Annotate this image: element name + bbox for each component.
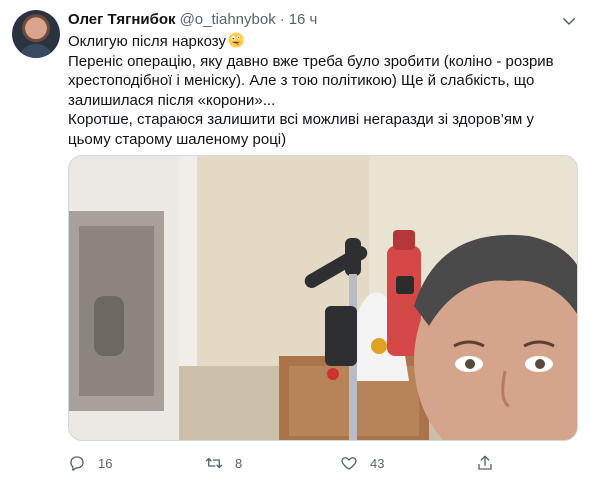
author-name[interactable]: Олег Тягнибок xyxy=(68,10,176,30)
separator-dot: · xyxy=(279,11,285,28)
retweet-icon xyxy=(205,457,223,469)
tweet-text-paragraph-3: Коротше, стараюся залишити всі можливі н… xyxy=(68,111,534,148)
reply-count: 16 xyxy=(98,455,113,471)
tweet-text-first: Оклигую після наркозу xyxy=(68,33,226,50)
tweet[interactable]: Олег Тягнибок @o_tiahnybok · 16 ч Оклигу… xyxy=(0,0,590,487)
tweet-text: Оклигую після наркозу Переніс операцію, … xyxy=(68,32,580,149)
heart-icon xyxy=(341,457,357,470)
author-handle[interactable]: @o_tiahnybok xyxy=(180,10,276,30)
tweet-text-line1: Оклигую після наркозу xyxy=(68,32,580,52)
share-icon xyxy=(478,455,492,470)
chevron-down-icon[interactable] xyxy=(560,12,578,30)
tweet-actions: 16 8 43 xyxy=(68,452,508,474)
photo-selfie-with-crutch xyxy=(69,156,577,440)
tweet-text-paragraph-2: Переніс операцію, яку давно вже треба бу… xyxy=(68,52,554,109)
reply-icon xyxy=(70,456,84,471)
retweet-count: 8 xyxy=(235,455,243,471)
tweet-header: Олег Тягнибок @o_tiahnybok · 16 ч xyxy=(68,10,580,30)
reply-button[interactable]: 16 xyxy=(68,452,112,474)
like-count: 43 xyxy=(370,455,385,471)
retweet-button[interactable]: 8 xyxy=(205,452,242,474)
share-button[interactable] xyxy=(476,452,494,474)
zany-face-emoji-icon xyxy=(228,32,244,48)
tweet-timestamp[interactable]: 16 ч xyxy=(289,10,318,30)
avatar[interactable] xyxy=(12,10,60,58)
like-button[interactable]: 43 xyxy=(340,452,384,474)
tweet-content: Олег Тягнибок @o_tiahnybok · 16 ч Оклигу… xyxy=(68,10,580,149)
tweet-photo[interactable] xyxy=(68,155,578,441)
avatar-shirt xyxy=(18,44,54,58)
